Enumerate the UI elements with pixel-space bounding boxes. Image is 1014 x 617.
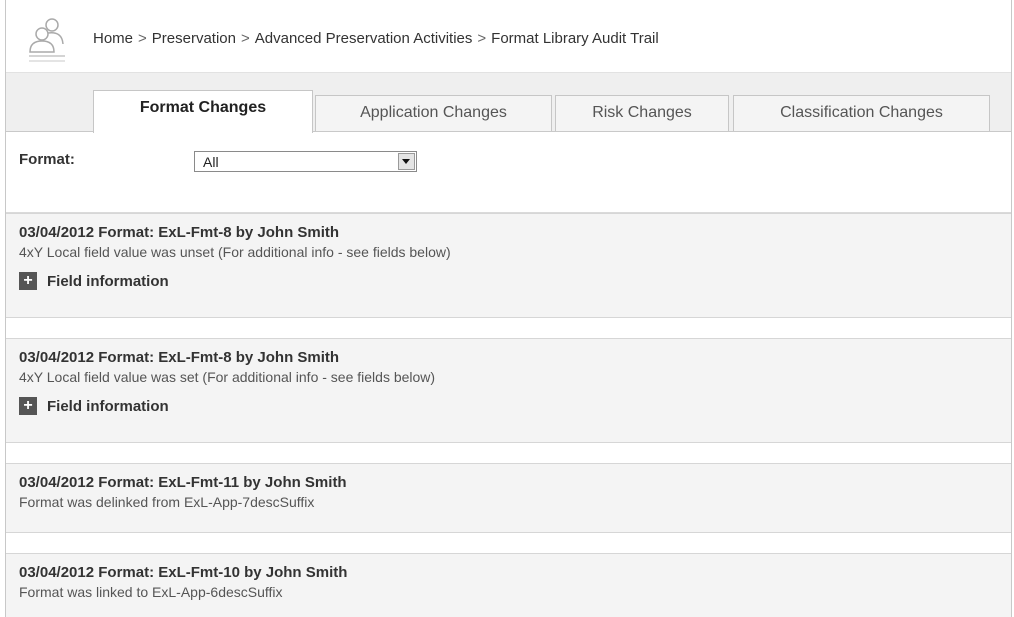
entry-description: Format was delinked from ExL-App-7descSu…: [19, 494, 315, 510]
chevron-down-icon[interactable]: [398, 153, 415, 170]
plus-icon[interactable]: +: [19, 397, 37, 415]
header: Home > Preservation > Advanced Preservation …: [6, 0, 1011, 73]
audit-trail-panel: Home > Preservation > Advanced Preservation …: [5, 0, 1012, 617]
audit-entry: 03/04/2012 Format: ExL-Fmt-11 by John Sm…: [6, 463, 1011, 532]
breadcrumb-current-page: Format Library Audit Trail: [491, 30, 659, 47]
breadcrumb-separator: >: [241, 30, 250, 47]
entry-divider: [6, 442, 1011, 463]
filter-bar: Format: All: [6, 132, 1011, 213]
breadcrumb-home[interactable]: Home: [93, 30, 133, 47]
tab-application-changes[interactable]: Application Changes: [315, 95, 552, 131]
audit-entry: 03/04/2012 Format: ExL-Fmt-8 by John Smi…: [6, 338, 1011, 442]
format-select[interactable]: All: [194, 151, 417, 172]
format-select-value: All: [203, 154, 219, 170]
users-icon: [29, 18, 65, 62]
breadcrumb-preservation[interactable]: Preservation: [152, 30, 236, 47]
breadcrumb-advanced-preservation-activities[interactable]: Advanced Preservation Activities: [255, 30, 473, 47]
entry-description: 4xY Local field value was unset (For add…: [19, 244, 451, 260]
entry-title: 03/04/2012 Format: ExL-Fmt-10 by John Sm…: [19, 564, 348, 581]
audit-entry: 03/04/2012 Format: ExL-Fmt-8 by John Smi…: [6, 213, 1011, 317]
entry-divider: [6, 532, 1011, 553]
entry-divider: [6, 317, 1011, 338]
tab-format-changes[interactable]: Format Changes: [93, 90, 313, 133]
breadcrumb: Home > Preservation > Advanced Preservation …: [93, 30, 659, 47]
audit-entry: 03/04/2012 Format: ExL-Fmt-10 by John Sm…: [6, 553, 1011, 617]
tab-bar: Format Changes Application Changes Risk …: [6, 73, 1011, 133]
entry-title: 03/04/2012 Format: ExL-Fmt-11 by John Sm…: [19, 474, 347, 491]
field-information-toggle[interactable]: Field information: [47, 273, 169, 290]
breadcrumb-separator: >: [477, 30, 487, 47]
format-filter-label: Format:: [19, 151, 75, 168]
plus-icon[interactable]: +: [19, 272, 37, 290]
entry-description: Format was linked to ExL-App-6descSuffix: [19, 584, 283, 600]
entry-title: 03/04/2012 Format: ExL-Fmt-8 by John Smi…: [19, 349, 340, 366]
field-information-toggle[interactable]: Field information: [47, 398, 169, 415]
breadcrumb-separator: >: [138, 30, 147, 47]
tab-classification-changes[interactable]: Classification Changes: [733, 95, 990, 131]
entry-title: 03/04/2012 Format: ExL-Fmt-8 by John Smi…: [19, 224, 340, 241]
tab-risk-changes[interactable]: Risk Changes: [555, 95, 729, 131]
entry-description: 4xY Local field value was set (For addit…: [19, 369, 436, 385]
